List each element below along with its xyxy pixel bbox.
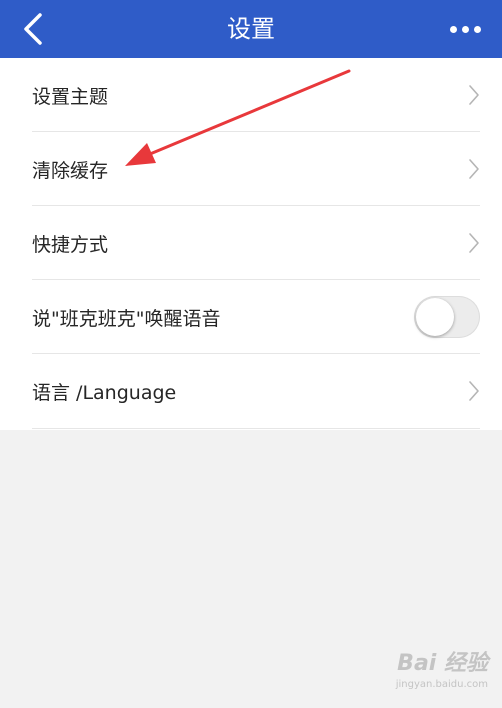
- chevron-right-icon: [469, 85, 479, 105]
- voice-wakeup-toggle[interactable]: [414, 296, 480, 338]
- settings-item-label: 语言 /Language: [32, 381, 177, 404]
- settings-item-label: 设置主题: [32, 85, 109, 108]
- settings-item-language[interactable]: 语言 /Language: [32, 354, 502, 428]
- page-title: 设置: [227, 15, 275, 43]
- watermark-url: jingyan.baidu.com: [395, 679, 488, 690]
- settings-item-label: 快捷方式: [32, 233, 109, 256]
- settings-item-shortcuts[interactable]: 快捷方式: [32, 206, 502, 280]
- chevron-right-icon: [469, 233, 479, 253]
- watermark: Bai 经验 jingyan.baidu.com: [396, 645, 488, 690]
- settings-item-voice-wakeup: 说"班克班克"唤醒语音: [32, 280, 502, 354]
- divider: [32, 428, 480, 429]
- more-horizontal-icon: [461, 25, 469, 33]
- toggle-knob: [416, 298, 454, 336]
- settings-item-label: 说"班克班克"唤醒语音: [32, 307, 221, 330]
- settings-item-theme[interactable]: 设置主题: [32, 58, 502, 132]
- more-horizontal-icon: [473, 25, 481, 33]
- settings-item-clear-cache[interactable]: 清除缓存: [32, 132, 502, 206]
- watermark-logo: Bai 经验: [397, 651, 488, 676]
- app-header: 设置: [0, 0, 502, 58]
- chevron-right-icon: [469, 381, 479, 401]
- chevron-right-icon: [469, 159, 479, 179]
- more-horizontal-icon: [449, 25, 457, 33]
- settings-list: 设置主题 清除缓存 快捷方式 说"班克班克"唤醒语音 语言 /Language: [0, 58, 502, 430]
- more-button[interactable]: [442, 10, 488, 48]
- settings-item-label: 清除缓存: [32, 159, 109, 182]
